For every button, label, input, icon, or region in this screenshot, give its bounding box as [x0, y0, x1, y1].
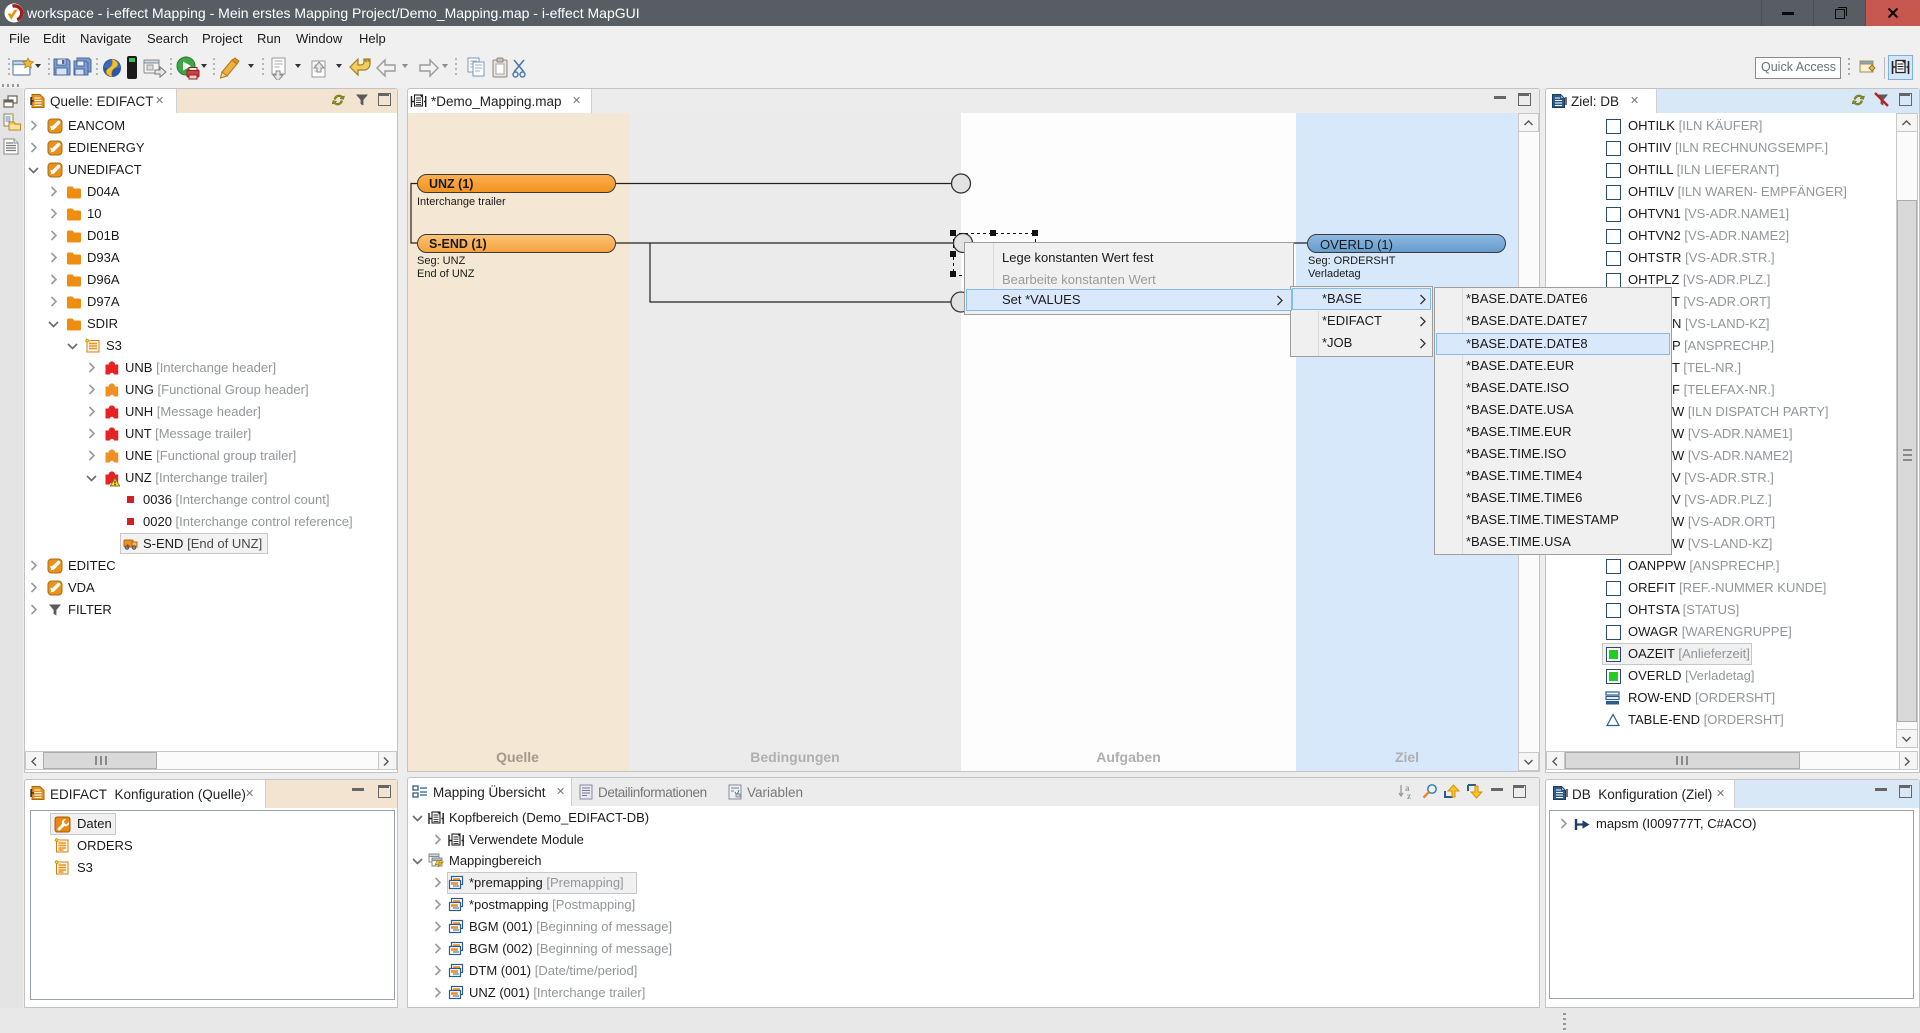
svg-text:z: z	[1407, 791, 1411, 800]
